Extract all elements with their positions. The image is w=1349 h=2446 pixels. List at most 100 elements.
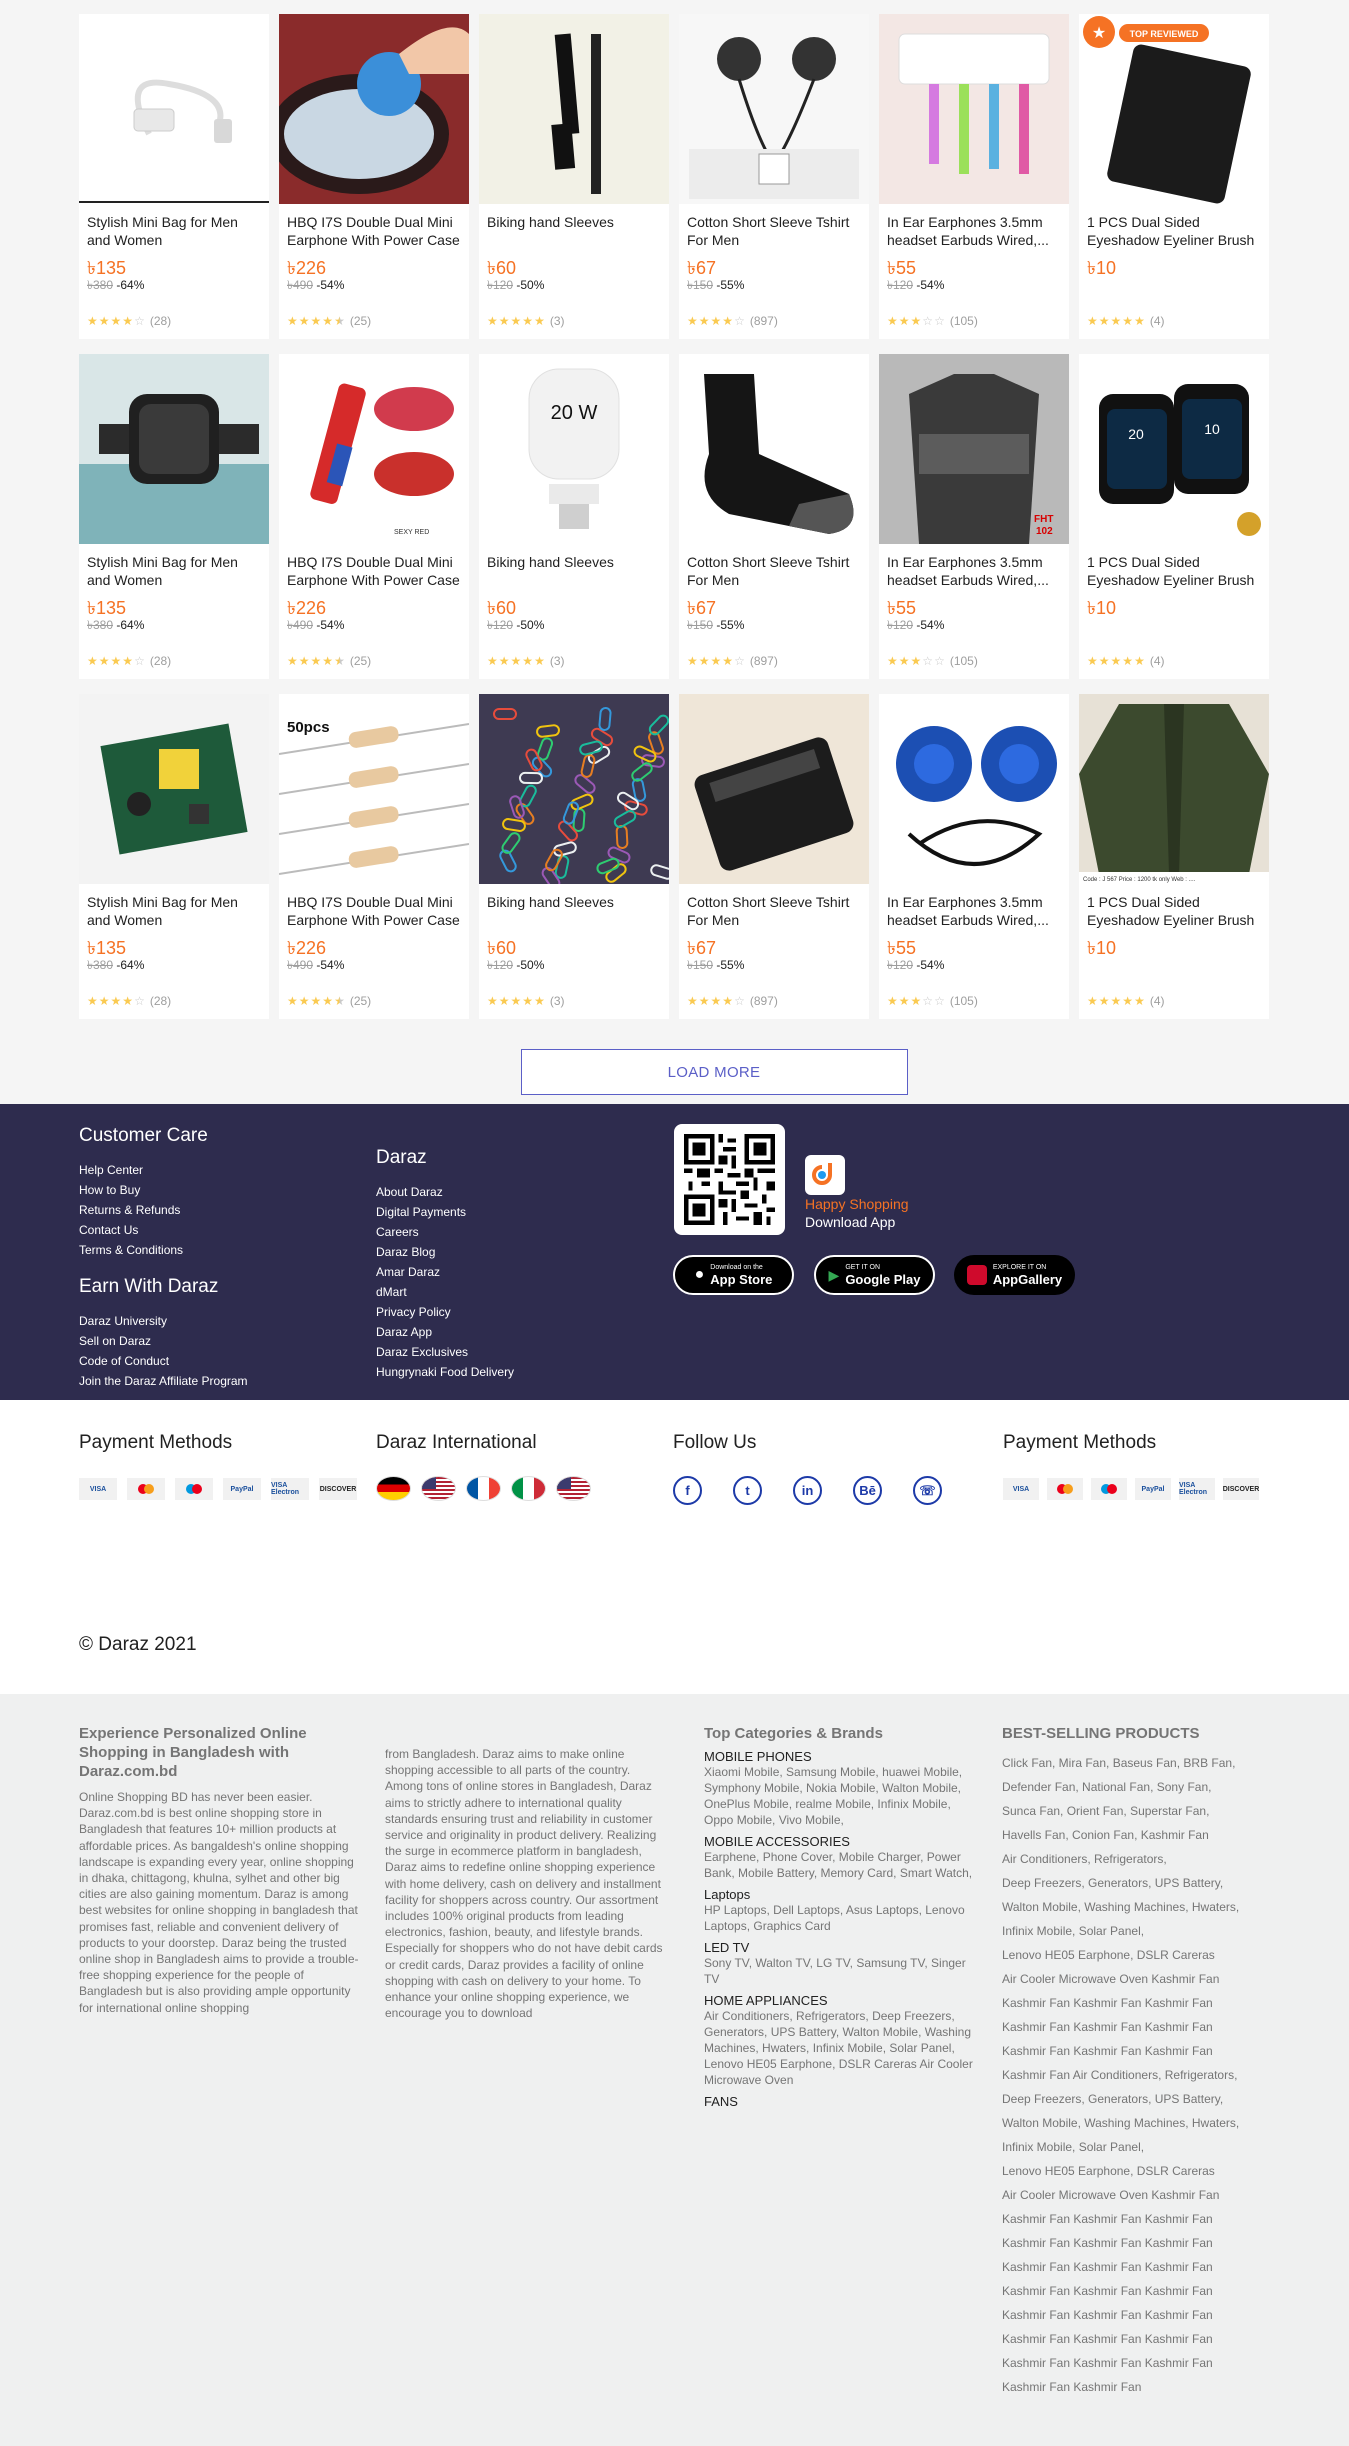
footer-link[interactable]: About Daraz	[376, 1182, 514, 1202]
best-selling-line[interactable]: Sunca Fan, Orient Fan, Superstar Fan,	[1002, 1799, 1282, 1823]
product-card[interactable]: SEXY RED HBQ I7S Double Dual Mini Earphon…	[279, 354, 469, 679]
footer-link[interactable]: dMart	[376, 1282, 514, 1302]
product-title[interactable]: Biking hand Sleeves	[479, 544, 669, 589]
italy-flag-icon[interactable]	[511, 1476, 546, 1501]
google-play-button[interactable]: ▶ GET IT ON Google Play	[814, 1255, 935, 1295]
best-selling-line[interactable]: Kashmir Fan Kashmir Fan Kashmir Fan	[1002, 2279, 1282, 2303]
product-image[interactable]	[79, 354, 269, 544]
product-title[interactable]: In Ear Earphones 3.5mm headset Earbuds W…	[879, 544, 1069, 589]
best-selling-line[interactable]: Kashmir Fan Kashmir Fan Kashmir Fan	[1002, 2015, 1282, 2039]
product-card[interactable]: ★ TOP REVIEWED 1 PCS Dual Sided Eyeshadow …	[1079, 14, 1269, 339]
product-title[interactable]: 1 PCS Dual Sided Eyeshadow Eyeliner Brus…	[1079, 544, 1269, 589]
twitter-icon[interactable]: t	[733, 1476, 762, 1505]
footer-link[interactable]: Amar Daraz	[376, 1262, 514, 1282]
footer-link[interactable]: Privacy Policy	[376, 1302, 514, 1322]
footer-link[interactable]: Contact Us	[79, 1220, 248, 1240]
whatsapp-icon[interactable]: ☏	[913, 1476, 942, 1505]
product-card[interactable]: In Ear Earphones 3.5mm headset Earbuds W…	[879, 694, 1069, 1019]
best-selling-line[interactable]: Kashmir Fan Air Conditioners, Refrigerat…	[1002, 2063, 1282, 2087]
product-image[interactable]: 20 10	[1079, 354, 1269, 544]
footer-link[interactable]: Join the Daraz Affiliate Program	[79, 1371, 248, 1391]
best-selling-line[interactable]: Defender Fan, National Fan, Sony Fan,	[1002, 1775, 1282, 1799]
product-image[interactable]: ★ TOP REVIEWED	[1079, 14, 1269, 204]
product-card[interactable]: HBQ I7S Double Dual Mini Earphone With P…	[279, 14, 469, 339]
product-image[interactable]	[479, 14, 669, 204]
best-selling-line[interactable]: Kashmir Fan Kashmir Fan Kashmir Fan	[1002, 2327, 1282, 2351]
usa-flag-icon[interactable]	[421, 1476, 456, 1501]
category-items[interactable]: Earphene, Phone Cover, Mobile Charger, P…	[704, 1849, 974, 1881]
product-image[interactable]	[79, 14, 269, 204]
product-image[interactable]: FHT 102	[879, 354, 1069, 544]
product-card[interactable]: Cotton Short Sleeve Tshirt For Men ৳67 ৳15…	[679, 14, 869, 339]
product-image[interactable]	[479, 694, 669, 884]
product-card[interactable]: Code : J 567 Price : 1200 tk only Web : …	[1079, 694, 1269, 1019]
france-flag-icon[interactable]	[466, 1476, 501, 1501]
product-card[interactable]: Cotton Short Sleeve Tshirt For Men ৳67 ৳15…	[679, 694, 869, 1019]
product-title[interactable]: In Ear Earphones 3.5mm headset Earbuds W…	[879, 884, 1069, 929]
product-card[interactable]: Biking hand Sleeves ৳60 ৳120 -50% ★ ★ ★ ★ ★ (3)	[479, 14, 669, 339]
product-title[interactable]: Cotton Short Sleeve Tshirt For Men	[679, 544, 869, 589]
product-image[interactable]	[79, 694, 269, 884]
product-title[interactable]: In Ear Earphones 3.5mm headset Earbuds W…	[879, 204, 1069, 249]
best-selling-line[interactable]: Lenovo HE05 Earphone, DSLR Careras	[1002, 2159, 1282, 2183]
best-selling-line[interactable]: Air Conditioners, Refrigerators,	[1002, 1847, 1282, 1871]
best-selling-line[interactable]: Kashmir Fan Kashmir Fan Kashmir Fan	[1002, 2207, 1282, 2231]
product-image[interactable]	[679, 354, 869, 544]
footer-link[interactable]: Returns & Refunds	[79, 1200, 248, 1220]
product-title[interactable]: Cotton Short Sleeve Tshirt For Men	[679, 204, 869, 249]
product-card[interactable]: Stylish Mini Bag for Men and Women ৳135 ৳3…	[79, 14, 269, 339]
product-image[interactable]: 50pcs	[279, 694, 469, 884]
footer-link[interactable]: Terms & Conditions	[79, 1240, 248, 1260]
footer-link[interactable]: Code of Conduct	[79, 1351, 248, 1371]
category-name[interactable]: MOBILE PHONES	[704, 1749, 974, 1764]
linkedin-icon[interactable]: in	[793, 1476, 822, 1505]
best-selling-line[interactable]: Kashmir Fan Kashmir Fan Kashmir Fan	[1002, 2039, 1282, 2063]
category-name[interactable]: FANS	[704, 2094, 974, 2109]
product-card[interactable]: Stylish Mini Bag for Men and Women ৳135 ৳3…	[79, 694, 269, 1019]
load-more-button[interactable]: LOAD MORE	[520, 1049, 908, 1095]
best-selling-line[interactable]: Click Fan, Mira Fan, Baseus Fan, BRB Fan…	[1002, 1751, 1282, 1775]
product-card[interactable]: Biking hand Sleeves ৳60 ৳120 -50% ★ ★ ★ ★ ★ (3)	[479, 694, 669, 1019]
app-gallery-button[interactable]: EXPLORE IT ON AppGallery	[954, 1255, 1075, 1295]
category-name[interactable]: LED TV	[704, 1940, 974, 1955]
category-items[interactable]: Air Conditioners, Refrigerators, Deep Fr…	[704, 2008, 974, 2088]
best-selling-line[interactable]: Air Cooler Microwave Oven Kashmir Fan	[1002, 1967, 1282, 1991]
best-selling-line[interactable]: Infinix Mobile, Solar Panel,	[1002, 1919, 1282, 1943]
best-selling-line[interactable]: Kashmir Fan Kashmir Fan Kashmir Fan	[1002, 1991, 1282, 2015]
product-title[interactable]: Stylish Mini Bag for Men and Women	[79, 204, 269, 249]
footer-link[interactable]: Careers	[376, 1222, 514, 1242]
best-selling-line[interactable]: Kashmir Fan Kashmir Fan Kashmir Fan	[1002, 2303, 1282, 2327]
best-selling-line[interactable]: Kashmir Fan Kashmir Fan Kashmir Fan	[1002, 2255, 1282, 2279]
behance-icon[interactable]: Bē	[853, 1476, 882, 1505]
product-card[interactable]: In Ear Earphones 3.5mm headset Earbuds W…	[879, 14, 1069, 339]
category-name[interactable]: Laptops	[704, 1887, 974, 1902]
product-title[interactable]: HBQ I7S Double Dual Mini Earphone With P…	[279, 204, 469, 249]
product-image[interactable]	[879, 694, 1069, 884]
product-card[interactable]: Stylish Mini Bag for Men and Women ৳135 ৳3…	[79, 354, 269, 679]
product-card[interactable]: 20 10 1 PCS Dual Sided Eyeshadow Eyeliner …	[1079, 354, 1269, 679]
product-title[interactable]: HBQ I7S Double Dual Mini Earphone With P…	[279, 544, 469, 589]
footer-link[interactable]: Daraz App	[376, 1322, 514, 1342]
product-image[interactable]	[279, 14, 469, 204]
app-store-button[interactable]: ● Download on the App Store	[673, 1255, 794, 1295]
product-image[interactable]: Code : J 567 Price : 1200 tk only Web : …	[1079, 694, 1269, 884]
footer-link[interactable]: Sell on Daraz	[79, 1331, 248, 1351]
best-selling-line[interactable]: Kashmir Fan Kashmir Fan	[1002, 2375, 1282, 2399]
product-title[interactable]: Stylish Mini Bag for Men and Women	[79, 544, 269, 589]
category-items[interactable]: Xiaomi Mobile, Samsung Mobile, huawei Mo…	[704, 1764, 974, 1828]
product-card[interactable]: FHT 102 In Ear Earphones 3.5mm headset Ear…	[879, 354, 1069, 679]
best-selling-line[interactable]: Infinix Mobile, Solar Panel,	[1002, 2135, 1282, 2159]
product-title[interactable]: Biking hand Sleeves	[479, 884, 669, 929]
product-image[interactable]: SEXY RED	[279, 354, 469, 544]
product-image[interactable]	[679, 694, 869, 884]
best-selling-line[interactable]: Kashmir Fan Kashmir Fan Kashmir Fan	[1002, 2351, 1282, 2375]
category-name[interactable]: HOME APPLIANCES	[704, 1993, 974, 2008]
best-selling-line[interactable]: Air Cooler Microwave Oven Kashmir Fan	[1002, 2183, 1282, 2207]
product-title[interactable]: 1 PCS Dual Sided Eyeshadow Eyeliner Brus…	[1079, 204, 1269, 249]
best-selling-line[interactable]: Kashmir Fan Kashmir Fan Kashmir Fan	[1002, 2231, 1282, 2255]
best-selling-line[interactable]: Lenovo HE05 Earphone, DSLR Careras	[1002, 1943, 1282, 1967]
product-title[interactable]: HBQ I7S Double Dual Mini Earphone With P…	[279, 884, 469, 929]
category-items[interactable]: Sony TV, Walton TV, LG TV, Samsung TV, S…	[704, 1955, 974, 1987]
germany-flag-icon[interactable]	[376, 1476, 411, 1501]
product-title[interactable]: Cotton Short Sleeve Tshirt For Men	[679, 884, 869, 929]
